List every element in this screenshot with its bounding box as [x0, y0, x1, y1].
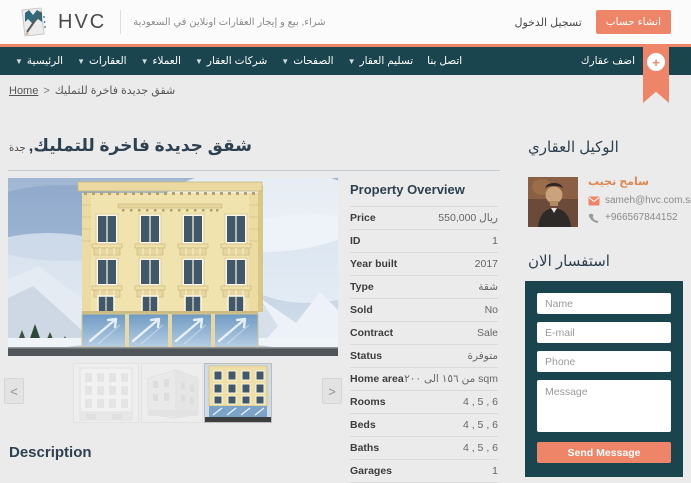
listing-title-row: جدة,شقق جديدة فاخرة للتمليك [9, 136, 252, 156]
table-row: Year built2017 [350, 253, 498, 276]
phone-icon [588, 213, 600, 223]
envelope-icon [588, 196, 600, 206]
nav-items: ▼الرئيسية ▼العقارات ▼العملاء ▼شركات العق… [8, 47, 469, 75]
chevron-down-icon: ▼ [15, 57, 23, 66]
add-property-link[interactable]: اضف عقارك [581, 47, 635, 75]
storefront [82, 314, 258, 347]
brand-text: HVC [58, 11, 106, 34]
table-row: Price550,000 ريال [350, 207, 498, 230]
table-row: SoldNo [350, 299, 498, 322]
nav-item-home[interactable]: ▼الرئيسية [15, 55, 63, 67]
nav-item-pages[interactable]: ▼الصفحات [281, 55, 333, 67]
agent-phone[interactable]: +966567844152 [588, 212, 688, 223]
table-row: Statusمتوفرة [350, 345, 498, 368]
page-title: شقق جديدة فاخرة للتمليك [33, 136, 252, 155]
nav-item-agents[interactable]: ▼العملاء [141, 55, 181, 67]
signup-button[interactable]: انشاء حساب [596, 10, 671, 34]
phone-input[interactable] [537, 351, 671, 372]
thumbnail-1[interactable] [73, 363, 139, 423]
message-textarea[interactable] [537, 380, 671, 432]
thumbnail-2[interactable] [141, 363, 203, 423]
agent-name: سامح نجيب [588, 175, 688, 188]
name-input[interactable] [537, 293, 671, 314]
inquiry-form: Send Message [525, 281, 683, 477]
agent-email[interactable]: sameh@hvc.com.sa [588, 195, 688, 206]
gallery-next-button[interactable]: > [322, 378, 342, 404]
property-overview: Property Overview Price550,000 ريال ID1 … [350, 182, 498, 483]
site-tagline: شراء, بيع و إيجار العقارات اونلاين في ال… [133, 17, 325, 28]
send-message-button[interactable]: Send Message [537, 442, 671, 463]
nav-item-submit-property[interactable]: ▼تسليم العقار [348, 55, 414, 67]
overview-table: Price550,000 ريال ID1 Year built2017 Typ… [350, 206, 498, 483]
thumbnail-3-active[interactable] [204, 363, 272, 423]
agent-info: سامح نجيب sameh@hvc.com.sa +966567844152 [588, 175, 688, 229]
main-property-photo[interactable] [8, 178, 338, 356]
title-divider [8, 170, 500, 171]
plus-icon: + [647, 53, 665, 71]
add-property-ribbon[interactable]: + [643, 47, 669, 103]
gallery-prev-button[interactable]: < [4, 378, 24, 404]
overview-heading: Property Overview [350, 182, 498, 197]
header: HVC شراء, بيع و إيجار العقارات اونلاين ف… [0, 0, 691, 44]
chevron-down-icon: ▼ [77, 57, 85, 66]
breadcrumb-current: شقق جديدة فاخرة للتمليك [55, 85, 175, 97]
email-input[interactable] [537, 322, 671, 343]
thumbnail-2-sketch [142, 364, 202, 422]
brand-area: HVC شراء, بيع و إيجار العقارات اونلاين ف… [16, 4, 326, 40]
table-row: Baths4 , 5 , 6 [350, 437, 498, 460]
nav-item-properties[interactable]: ▼العقارات [77, 55, 127, 67]
thumbnail-1-sketch [74, 364, 138, 422]
nav-item-agencies[interactable]: ▼شركات العقار [195, 55, 267, 67]
chevron-down-icon: ▼ [141, 57, 149, 66]
table-row: Home areaمن ١٥٦ الى ٢٠٠ sqm [350, 368, 498, 391]
hvc-logo-icon [16, 5, 50, 39]
agent-section-heading: الوكيل العقاري [528, 138, 619, 156]
building [78, 182, 263, 347]
agent-photo [528, 177, 578, 227]
breadcrumb: Home > شقق جديدة فاخرة للتمليك [9, 84, 175, 97]
login-link[interactable]: تسجيل الدخول [514, 16, 581, 29]
chevron-down-icon: ▼ [348, 57, 356, 66]
header-divider [120, 10, 121, 34]
chevron-down-icon: ▼ [281, 57, 289, 66]
breadcrumb-home-link[interactable]: Home [9, 85, 38, 97]
nav-item-contact[interactable]: اتصل بنا [427, 55, 462, 67]
chevron-down-icon: ▼ [195, 57, 203, 66]
table-row: Rooms4 , 5 , 6 [350, 391, 498, 414]
breadcrumb-separator: > [43, 85, 49, 97]
table-row: Typeشقة [350, 276, 498, 299]
table-row: ContractSale [350, 322, 498, 345]
main-nav: ▼الرئيسية ▼العقارات ▼العملاء ▼شركات العق… [0, 47, 691, 75]
listing-city: جدة [9, 143, 26, 154]
description-heading: Description [9, 444, 92, 461]
table-row: Beds4 , 5 , 6 [350, 414, 498, 437]
building-illustration [8, 178, 338, 356]
auth-area: تسجيل الدخول انشاء حساب [514, 0, 671, 44]
thumbnail-3-color [205, 364, 271, 422]
road [8, 347, 338, 356]
inquiry-heading: استفسار الان [528, 252, 610, 270]
table-row: ID1 [350, 230, 498, 253]
